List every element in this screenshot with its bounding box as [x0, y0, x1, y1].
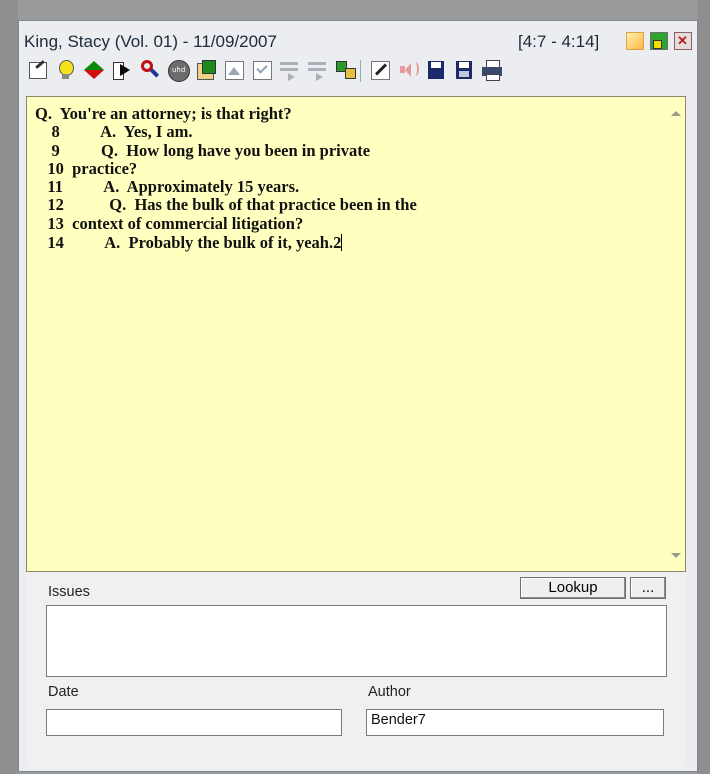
highlight-icon[interactable] [626, 32, 644, 50]
pen-icon[interactable] [368, 58, 392, 82]
date-value [47, 710, 341, 714]
transcript-line: Q. You're an attorney; is that right? [35, 104, 292, 123]
edit-note-icon[interactable] [26, 58, 50, 82]
lightbulb-icon[interactable] [54, 58, 78, 82]
image-icon[interactable] [222, 58, 246, 82]
transcript-text[interactable]: Q. You're an attorney; is that right? 8 … [35, 104, 655, 253]
date-label: Date [48, 684, 79, 700]
scroll-down-icon[interactable] [671, 553, 681, 558]
go-to-icon[interactable] [110, 58, 134, 82]
transcript-line: 8 A. Yes, I am. [35, 122, 193, 142]
transcript-line: 11 A. Approximately 15 years. [35, 177, 300, 197]
restore-icon[interactable] [650, 32, 668, 50]
transcript-area[interactable]: Q. You're an attorney; is that right? 8 … [26, 96, 686, 572]
notes-icon-2[interactable] [306, 58, 330, 82]
transcript-line: 9 Q. How long have you been in private [35, 140, 371, 160]
transcript-line: 14 A. Probably the bulk of it, yeah.2 [35, 233, 342, 253]
checkmark-doc-icon[interactable] [250, 58, 274, 82]
save-all-icon[interactable] [452, 58, 476, 82]
lookup-button[interactable]: Lookup [520, 577, 626, 599]
text-cursor [341, 234, 343, 252]
author-label: Author [368, 684, 411, 700]
vertical-scrollbar[interactable] [667, 97, 685, 571]
scroll-up-icon[interactable] [671, 111, 681, 116]
arrows-icon[interactable] [82, 58, 106, 82]
window-left-edge [0, 0, 18, 774]
author-value: Bender7 [371, 712, 426, 728]
transcript-line: 10 practice? [35, 158, 138, 178]
toolbar-separator [360, 60, 361, 82]
window-right-edge [698, 0, 710, 774]
date-field[interactable] [46, 709, 342, 736]
author-field[interactable]: Bender7 [366, 709, 664, 736]
find-icon[interactable] [138, 58, 162, 82]
more-button[interactable]: ... [630, 577, 666, 599]
window-title: King, Stacy (Vol. 01) - 11/09/2007 [24, 32, 277, 51]
issues-label: Issues [48, 584, 90, 600]
disc-icon[interactable]: uhd [166, 58, 190, 82]
clipboard-icon[interactable] [194, 58, 218, 82]
print-icon[interactable] [480, 58, 504, 82]
toolbar: uhd [22, 56, 698, 86]
transcript-line: 13 context of commercial litigation? [35, 213, 304, 233]
notes-icon[interactable] [278, 58, 302, 82]
close-icon[interactable]: ✕ [674, 32, 692, 50]
speaker-icon[interactable] [396, 58, 420, 82]
transcript-line: 12 Q. Has the bulk of that practice been… [35, 195, 417, 215]
annotation-details-panel: Issues Lookup ... Date Author Bender7 [26, 572, 686, 767]
issues-field[interactable] [46, 605, 667, 677]
page-range: [4:7 - 4:14] [518, 32, 600, 51]
sync-icon[interactable] [334, 58, 358, 82]
save-icon[interactable] [424, 58, 448, 82]
